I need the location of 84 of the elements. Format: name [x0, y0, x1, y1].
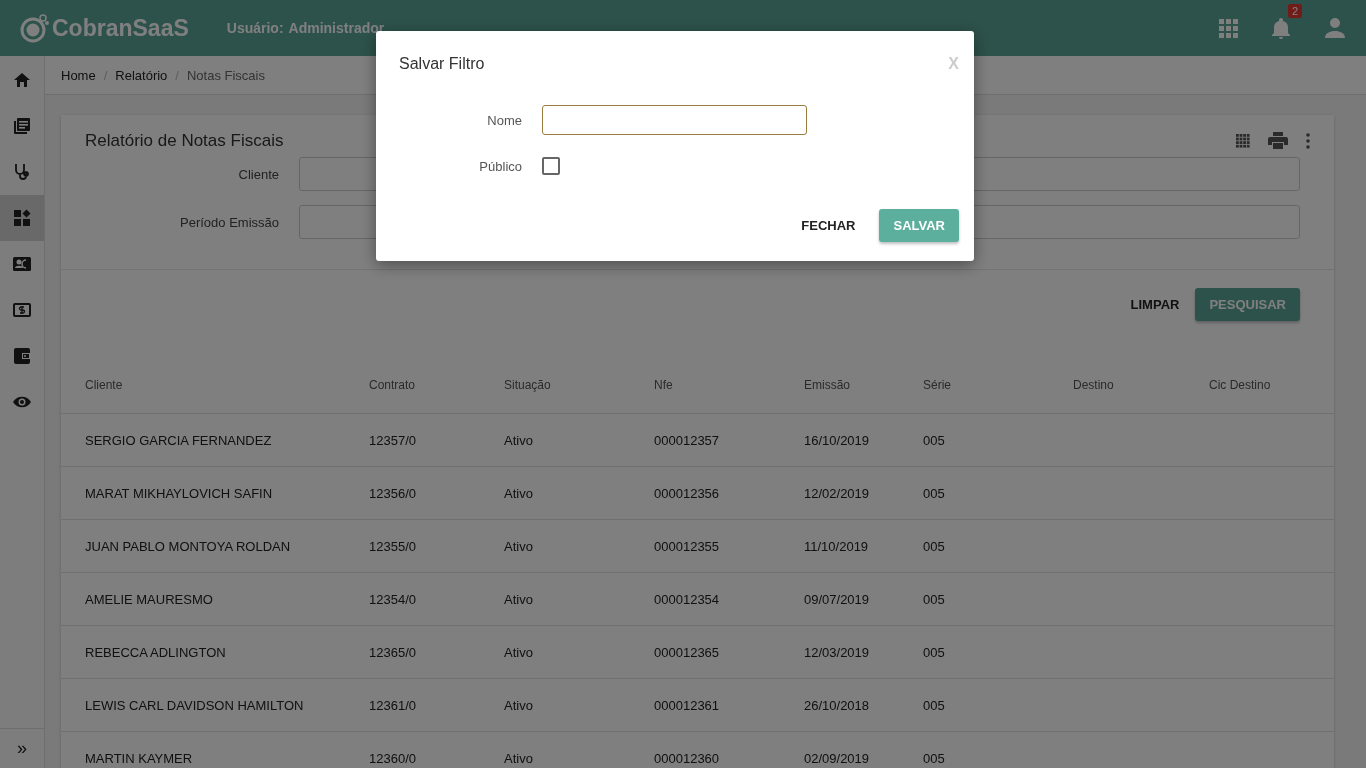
name-label: Nome — [486, 112, 523, 128]
clear-button[interactable]: LIMPAR — [1130, 288, 1180, 321]
breadcrumb-link[interactable]: Notas Fiscais — [186, 67, 265, 83]
table-cell-text: REBECCA ADLINGTON — [85, 644, 227, 660]
table-cell-text: 12357/0 — [369, 432, 417, 448]
table-cell-text: AMELIE MAURESMO — [85, 591, 214, 607]
public-label: Público — [478, 158, 523, 174]
table-cell-text: 005 — [923, 644, 946, 660]
table-cell-text: 000012361 — [654, 697, 721, 713]
user-label: Usuário: — [226, 20, 284, 36]
table-cell-text: 005 — [923, 591, 946, 607]
table-cell-text: 12/02/2019 — [804, 485, 871, 501]
table-cell-text: 000012354 — [654, 591, 721, 607]
table-cell-text: 16/10/2019 — [804, 432, 871, 448]
table-cell-text: Ativo — [504, 750, 534, 766]
table-cell-text: Ativo — [504, 644, 534, 660]
table-cell-text: 11/10/2019 — [804, 538, 870, 554]
brand-name: CobranSaaS — [52, 14, 189, 42]
table-cell-text: Ativo — [504, 697, 534, 713]
search-button[interactable]: PESQUISAR — [1195, 288, 1300, 321]
filter-label: Cliente — [237, 166, 280, 182]
table-cell-text: 12/03/2019 — [804, 644, 871, 660]
close-dialog-button[interactable]: FECHAR — [801, 210, 856, 241]
table-cell-text: 12354/0 — [369, 591, 417, 607]
column-header[interactable]: Destino — [1073, 378, 1209, 392]
dialog-title: Salvar Filtro — [399, 55, 485, 73]
table-cell-text: 12355/0 — [369, 538, 417, 554]
table-cell-text: 005 — [923, 432, 946, 448]
report-title: Relatório de Notas Fiscais — [85, 131, 284, 151]
table-cell-text: Ativo — [504, 538, 534, 554]
table-cell-text: LEWIS CARL DAVIDSON HAMILTON — [85, 697, 305, 713]
breadcrumb-link[interactable]: Relatório — [115, 67, 168, 83]
table-cell-text: 000012360 — [654, 750, 721, 766]
table-cell-text: 000012357 — [654, 432, 721, 448]
sidebar-item[interactable] — [0, 195, 44, 241]
user-name: Administrador — [288, 20, 385, 36]
table-cell-text: 02/09/2019 — [804, 750, 871, 766]
name-field[interactable] — [542, 105, 807, 135]
table-cell-text: 005 — [923, 538, 946, 554]
table-cell-text: 09/07/2019 — [804, 591, 871, 607]
table-cell-text: Ativo — [504, 432, 534, 448]
book-icon — [13, 117, 31, 135]
filter-label: Período Emissão — [179, 214, 280, 230]
column-header[interactable]: Situação — [504, 378, 654, 392]
save-button[interactable]: SALVAR — [879, 209, 959, 242]
table-cell-text: 26/10/2018 — [804, 697, 871, 713]
column-header[interactable]: Série — [923, 378, 1073, 392]
column-header[interactable]: Contrato — [369, 378, 504, 392]
table-cell-text: Ativo — [504, 485, 534, 501]
home-icon — [13, 71, 31, 89]
column-header[interactable]: Nfe — [654, 378, 804, 392]
table-cell-text: SERGIO GARCIA FERNANDEZ — [85, 432, 273, 448]
table-cell-text: 000012365 — [654, 644, 721, 660]
table-cell-text: 12356/0 — [369, 485, 417, 501]
dashboard-icon — [13, 209, 31, 227]
column-header[interactable]: Emissão — [804, 378, 923, 392]
table-cell-text: MARAT MIKHAYLOVICH SAFIN — [85, 485, 274, 501]
more-options-icon[interactable] — [1306, 133, 1310, 149]
table-cell-text: 12361/0 — [369, 697, 417, 713]
wallet-icon — [13, 347, 31, 365]
table-cell-text: 12360/0 — [369, 750, 417, 766]
table-cell-text: Ativo — [504, 591, 534, 607]
breadcrumb-separator: / — [103, 67, 108, 83]
printer-icon[interactable] — [1268, 132, 1288, 150]
stethoscope-icon — [13, 163, 31, 181]
column-header[interactable]: Cliente — [85, 378, 369, 392]
expand-sidebar-button[interactable]: » — [0, 728, 44, 768]
table-cell-text: 005 — [923, 750, 946, 766]
notification-count: 2 — [1287, 4, 1302, 18]
money-icon — [13, 301, 31, 319]
table-cell-text: 005 — [923, 485, 946, 501]
table-cell-text: 12365/0 — [369, 644, 417, 660]
table-cell-text: 000012356 — [654, 485, 721, 501]
public-checkbox[interactable] — [542, 157, 560, 175]
table-cell-text: 000012355 — [654, 538, 721, 554]
table-cell-text: MARTIN KAYMER — [85, 750, 194, 766]
column-header[interactable]: Cic Destino — [1209, 378, 1334, 392]
breadcrumb-separator: / — [175, 67, 179, 83]
table-cell-text: JUAN PABLO MONTOYA ROLDAN — [85, 538, 292, 554]
table-cell-text: 005 — [923, 697, 946, 713]
contact-icon — [13, 255, 31, 273]
apps-grid-icon[interactable] — [1236, 134, 1250, 148]
breadcrumb-link[interactable]: Home — [61, 67, 96, 83]
coin-logo-icon — [20, 13, 50, 43]
